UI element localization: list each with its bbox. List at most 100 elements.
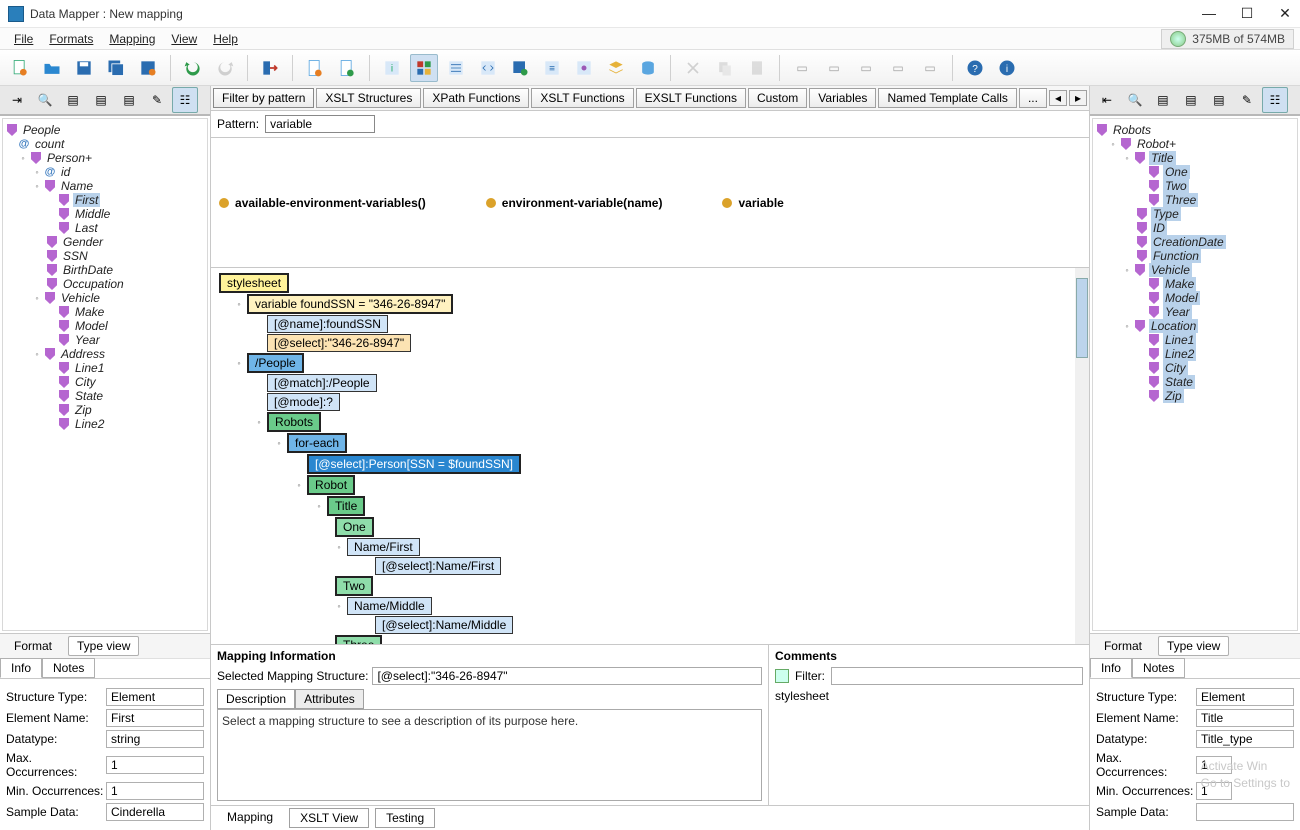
x-select-ssn[interactable]: [@select]:"346-26-8947": [267, 334, 411, 352]
tab-xpath-functions[interactable]: XPath Functions: [423, 88, 529, 108]
open-folder-icon[interactable]: [38, 54, 66, 82]
tab-more[interactable]: ...: [1019, 88, 1047, 108]
node-year[interactable]: Year: [73, 333, 102, 347]
node-model[interactable]: Model: [73, 319, 110, 333]
doc-var-icon[interactable]: ≡: [538, 54, 566, 82]
node-first[interactable]: First: [73, 193, 100, 207]
right-find-icon[interactable]: 🔍: [1122, 87, 1148, 113]
tab-variables[interactable]: Variables: [809, 88, 876, 108]
left-element-name[interactable]: First: [106, 709, 204, 727]
doc-a-icon[interactable]: [301, 54, 329, 82]
left-doc3-icon[interactable]: ▤: [116, 87, 142, 113]
node-count[interactable]: count: [33, 137, 66, 151]
node-r-function[interactable]: Function: [1151, 249, 1201, 263]
right-sample[interactable]: [1196, 803, 1294, 821]
fn-avail-env[interactable]: available-environment-variables(): [235, 196, 426, 210]
right-tree-icon[interactable]: ☷: [1262, 87, 1288, 113]
align-d-icon[interactable]: ▭: [884, 54, 912, 82]
node-line2[interactable]: Line2: [73, 417, 106, 431]
menu-formats[interactable]: Formats: [41, 30, 101, 48]
testing-tab[interactable]: Testing: [375, 808, 435, 828]
node-state[interactable]: State: [73, 389, 105, 403]
db-icon[interactable]: [634, 54, 662, 82]
left-typeview-tab[interactable]: Type view: [68, 636, 139, 656]
node-make[interactable]: Make: [73, 305, 106, 319]
filter-tabs-scroll-left[interactable]: ◂: [1049, 90, 1067, 106]
close-button[interactable]: ✕: [1278, 5, 1292, 22]
comments-filter-input[interactable]: [831, 667, 1083, 685]
tab-filter-by-pattern[interactable]: Filter by pattern: [213, 88, 314, 108]
right-min-occ[interactable]: 1: [1196, 782, 1232, 800]
node-r-zip[interactable]: Zip: [1163, 389, 1184, 403]
right-max-occ[interactable]: 1: [1196, 756, 1232, 774]
x-stylesheet[interactable]: stylesheet: [219, 273, 289, 293]
node-r-id[interactable]: ID: [1151, 221, 1167, 235]
node-birthdate[interactable]: BirthDate: [61, 263, 115, 277]
xslt-scrollbar[interactable]: [1075, 268, 1089, 644]
code-icon[interactable]: [474, 54, 502, 82]
node-city[interactable]: City: [73, 375, 98, 389]
menu-help[interactable]: Help: [205, 30, 246, 48]
color-grid-icon[interactable]: [410, 54, 438, 82]
node-r-two[interactable]: Two: [1163, 179, 1189, 193]
redo-icon[interactable]: [211, 54, 239, 82]
fn-variable[interactable]: variable: [738, 196, 783, 210]
right-doc2-icon[interactable]: ▤: [1178, 87, 1204, 113]
left-sample[interactable]: Cinderella: [106, 803, 204, 821]
right-info-tab[interactable]: Info: [1090, 658, 1132, 678]
x-robot[interactable]: Robot: [307, 475, 355, 495]
left-notes-tab[interactable]: Notes: [42, 658, 95, 678]
about-icon[interactable]: i: [993, 54, 1021, 82]
left-doc2-icon[interactable]: ▤: [88, 87, 114, 113]
node-r-city[interactable]: City: [1163, 361, 1188, 375]
node-robot[interactable]: Robot+: [1135, 137, 1178, 151]
minimize-button[interactable]: —: [1202, 5, 1216, 22]
x-three[interactable]: Three: [335, 635, 382, 645]
right-doc3-icon[interactable]: ▤: [1206, 87, 1232, 113]
info-toggle-icon[interactable]: i: [378, 54, 406, 82]
node-r-state[interactable]: State: [1163, 375, 1195, 389]
tab-named-template[interactable]: Named Template Calls: [878, 88, 1017, 108]
save-icon[interactable]: [70, 54, 98, 82]
left-tree-icon[interactable]: ☷: [172, 87, 198, 113]
sel-struct-value[interactable]: [@select]:"346-26-8947": [372, 667, 762, 685]
menu-mapping[interactable]: Mapping: [101, 30, 163, 48]
description-tab[interactable]: Description: [217, 689, 295, 709]
copy-icon[interactable]: [711, 54, 739, 82]
comments-line[interactable]: stylesheet: [775, 689, 1083, 703]
node-r-make[interactable]: Make: [1163, 277, 1196, 291]
left-tree[interactable]: People @count ◦Person+ ◦@id ◦Name First …: [2, 118, 208, 631]
x-one[interactable]: One: [335, 517, 374, 537]
x-sel-person[interactable]: [@select]:Person[SSN = $foundSSN]: [307, 454, 521, 474]
left-max-occ[interactable]: 1: [106, 756, 204, 774]
mapping-tab[interactable]: Mapping: [217, 808, 283, 828]
node-r-year[interactable]: Year: [1163, 305, 1192, 319]
x-sel-name-middle[interactable]: [@select]:Name/Middle: [375, 616, 513, 634]
node-r-line1[interactable]: Line1: [1163, 333, 1196, 347]
node-r-model[interactable]: Model: [1163, 291, 1200, 305]
right-tree[interactable]: Robots ◦Robot+ ◦Title One Two Three Type…: [1092, 118, 1298, 631]
align-b-icon[interactable]: ▭: [820, 54, 848, 82]
fn-env-var[interactable]: environment-variable(name): [502, 196, 663, 210]
save-all-icon[interactable]: [102, 54, 130, 82]
left-min-occ[interactable]: 1: [106, 782, 204, 800]
left-edit-icon[interactable]: ✎: [144, 87, 170, 113]
tab-xslt-functions[interactable]: XSLT Functions: [531, 88, 633, 108]
maximize-button[interactable]: ☐: [1240, 5, 1254, 22]
list-icon[interactable]: [442, 54, 470, 82]
x-mode[interactable]: [@mode]:?: [267, 393, 340, 411]
menu-file[interactable]: File: [6, 30, 41, 48]
node-r-creation[interactable]: CreationDate: [1151, 235, 1226, 249]
right-collapse-icon[interactable]: ⇤: [1094, 87, 1120, 113]
left-format-tab[interactable]: Format: [4, 636, 62, 656]
undo-icon[interactable]: [179, 54, 207, 82]
right-doc1-icon[interactable]: ▤: [1150, 87, 1176, 113]
node-address[interactable]: Address: [59, 347, 107, 361]
left-structure-type[interactable]: Element: [106, 688, 204, 706]
x-match-people[interactable]: [@match]:/People: [267, 374, 377, 392]
node-person[interactable]: Person+: [45, 151, 94, 165]
x-two[interactable]: Two: [335, 576, 373, 596]
doc-b-icon[interactable]: [333, 54, 361, 82]
new-doc-icon[interactable]: [6, 54, 34, 82]
exit-icon[interactable]: [256, 54, 284, 82]
